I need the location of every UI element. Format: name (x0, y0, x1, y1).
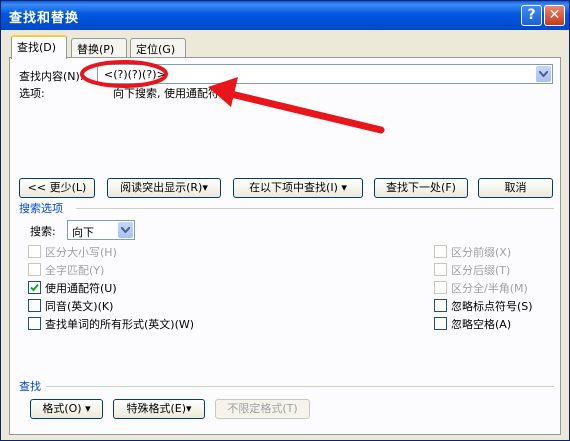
title-bar[interactable]: 查找和替换 ? ✕ (1, 1, 569, 30)
whole-word-label: 全字匹配(Y) (45, 264, 105, 277)
tab-replace[interactable]: 替换(P) (71, 38, 127, 57)
options-label: 选项: (19, 87, 45, 100)
find-section-header: 查找 (19, 380, 41, 393)
find-what-input[interactable]: <(?)(?)(?)> (104, 68, 166, 81)
tab-goto[interactable]: 定位(G) (130, 38, 186, 57)
find-next-button[interactable]: 查找下一处(F) (374, 178, 468, 198)
format-button[interactable]: 格式(O) ▾ (30, 399, 103, 419)
match-suffix-checkbox[interactable] (434, 263, 447, 276)
match-case-label: 区分大小写(H) (45, 246, 117, 259)
ignore-punctuation-label: 忽略标点符号(S) (451, 300, 533, 313)
find-in-button[interactable]: 在以下项中查找(I) ▾ (233, 178, 363, 198)
options-value: 向下搜索, 使用通配符 (113, 87, 219, 100)
match-prefix-label: 区分前缀(X) (451, 246, 512, 259)
section-divider (76, 208, 554, 209)
less-button[interactable]: << 更少(L) (19, 178, 95, 198)
search-direction-value: 向下 (72, 226, 94, 239)
search-direction-label: 搜索: (30, 225, 56, 238)
sounds-like-label: 同音(英文)(K) (45, 300, 114, 313)
match-prefix-checkbox[interactable] (434, 245, 447, 258)
sounds-like-checkbox[interactable] (28, 299, 41, 312)
ignore-whitespace-label: 忽略空格(A) (451, 318, 512, 331)
find-tab-panel: 查找内容(N): <(?)(?)(?)> 选项: 向下搜索, 使用通配符 << … (9, 57, 561, 435)
chevron-down-icon[interactable] (118, 222, 133, 238)
match-case-checkbox[interactable] (28, 245, 41, 258)
all-word-forms-label: 查找单词的所有形式(英文)(W) (45, 318, 195, 331)
checkmark-icon (30, 283, 39, 292)
find-replace-dialog: 查找和替换 ? ✕ 查找(D) 替换(P) 定位(G) 查找内容(N): <(?… (0, 0, 570, 441)
ignore-whitespace-checkbox[interactable] (434, 317, 447, 330)
special-button[interactable]: 特殊格式(E)▾ (113, 399, 205, 419)
match-width-label: 区分全/半角(M) (451, 282, 528, 295)
find-what-label: 查找内容(N): (19, 70, 84, 83)
help-button[interactable]: ? (521, 5, 542, 26)
close-button[interactable]: ✕ (544, 5, 565, 26)
wildcards-checkbox[interactable] (28, 281, 41, 294)
section-divider (46, 386, 554, 387)
find-what-combo[interactable]: <(?)(?)(?)> (97, 64, 553, 84)
no-formatting-button[interactable]: 不限定格式(T) (215, 399, 310, 419)
dialog-title: 查找和替换 (9, 11, 80, 26)
cancel-button[interactable]: 取消 (478, 178, 553, 198)
chevron-down-icon[interactable] (536, 66, 551, 82)
match-suffix-label: 区分后缀(T) (451, 264, 511, 277)
ignore-punctuation-checkbox[interactable] (434, 299, 447, 312)
reading-highlight-button[interactable]: 阅读突出显示(R)▾ (107, 178, 221, 198)
all-word-forms-checkbox[interactable] (28, 317, 41, 330)
whole-word-checkbox[interactable] (28, 263, 41, 276)
search-direction-select[interactable]: 向下 (67, 220, 135, 240)
search-options-header: 搜索选项 (19, 202, 63, 215)
match-width-checkbox[interactable] (434, 281, 447, 294)
tab-find[interactable]: 查找(D) (11, 35, 67, 59)
wildcards-label: 使用通配符(U) (45, 282, 117, 295)
